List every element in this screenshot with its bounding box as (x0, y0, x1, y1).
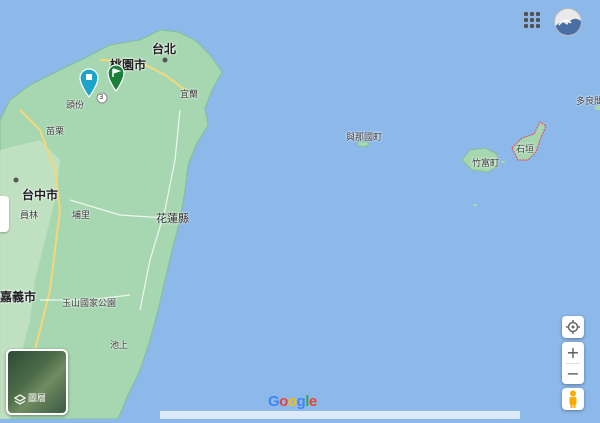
taipei-dot (162, 57, 168, 63)
layers-button[interactable]: 圖層 (6, 349, 68, 415)
blue-place-marker-icon[interactable] (78, 68, 100, 98)
google-logo: Google (268, 393, 317, 410)
my-location-button[interactable] (562, 316, 584, 338)
islet (501, 160, 505, 164)
layers-icon (14, 394, 26, 405)
label-puli: 埔里 (72, 211, 91, 221)
label-taipei: 台北 (152, 42, 177, 56)
zoom-control: + − (562, 342, 584, 384)
map-canvas[interactable]: 台北 桃園市 宜蘭 頭份 苗栗 台中市 員林 埔里 花蓮縣 玉山國家公園 嘉義市… (0, 0, 600, 420)
label-yuanlin: 員林 (20, 211, 39, 221)
avatar[interactable] (554, 8, 582, 36)
label-yonaguni: 與那國町 (346, 133, 383, 143)
label-yushan: 玉山國家公園 (62, 299, 117, 309)
attribution-bar (160, 411, 520, 419)
label-hualien: 花蓮縣 (156, 212, 189, 225)
label-toufen: 頭份 (66, 101, 85, 111)
crosshair-icon (566, 320, 580, 334)
avatar-image (555, 18, 581, 35)
taichung-dot (13, 177, 19, 183)
label-chishang: 池上 (110, 341, 129, 351)
side-panel-toggle[interactable] (0, 196, 9, 232)
layers-label: 圖層 (28, 394, 47, 404)
label-yilan: 宜蘭 (180, 90, 199, 100)
pegman-icon (569, 390, 577, 408)
green-place-marker-icon[interactable] (106, 64, 126, 92)
label-tarama: 多良間 (576, 97, 600, 107)
zoom-in-button[interactable]: + (566, 343, 579, 363)
apps-grid-icon[interactable] (524, 12, 540, 28)
label-chiayi: 嘉義市 (0, 290, 37, 304)
islet (473, 203, 477, 207)
street-view-pegman-button[interactable] (562, 388, 584, 410)
zoom-out-button[interactable]: − (566, 364, 579, 384)
label-taichung: 台中市 (22, 188, 59, 202)
label-taketomi: 竹富町 (472, 159, 500, 169)
label-ishigaki: 石垣 (516, 145, 535, 155)
label-miaoli: 苗栗 (46, 127, 65, 137)
